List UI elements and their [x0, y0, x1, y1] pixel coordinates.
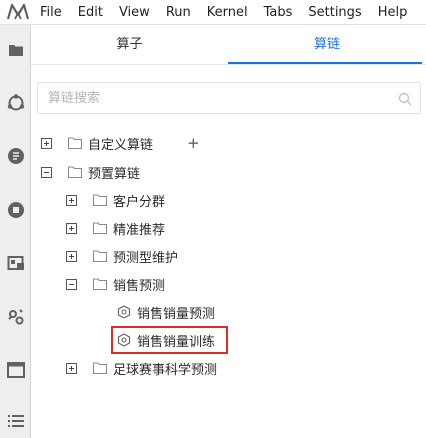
expand-icon[interactable] [66, 362, 77, 374]
expand-icon[interactable] [66, 194, 77, 206]
folder-icon [93, 362, 107, 374]
tree-leaf-label: 销售销量预测 [137, 306, 216, 322]
active-tab-indicator [228, 62, 422, 64]
menu-kernel[interactable]: Kernel [199, 0, 256, 25]
tree-node-sales-forecast[interactable]: 销售预测 [66, 273, 165, 295]
folder-icon [93, 278, 107, 290]
collapse-icon[interactable] [66, 278, 77, 290]
running-icon[interactable] [0, 88, 31, 118]
menu-run[interactable]: Run [158, 0, 199, 25]
tree-node-football-prediction[interactable]: 足球赛事科学预测 [66, 357, 217, 379]
tree-node-label: 自定义算链 [88, 137, 154, 153]
menu-view[interactable]: View [111, 0, 158, 25]
folder-icon [93, 194, 107, 206]
panel-tabs: 算子 算链 [31, 25, 426, 65]
extension-icon[interactable] [0, 302, 31, 332]
folder-icon[interactable] [0, 35, 31, 65]
tree-node-label: 精准推荐 [113, 222, 166, 238]
tree-node-label: 销售预测 [113, 278, 166, 294]
tree-leaf-sales-volume-training[interactable]: 销售销量训练 [117, 329, 215, 351]
tree-node-predictive-maintenance[interactable]: 预测型维护 [66, 245, 178, 267]
menu-tabs[interactable]: Tabs [256, 0, 301, 25]
menu-file[interactable]: File [36, 0, 70, 25]
chain-node-icon [117, 333, 131, 347]
search-icon[interactable] [398, 91, 412, 110]
tree-leaf-sales-volume-forecast[interactable]: 销售销量预测 [117, 301, 215, 323]
list-icon[interactable] [0, 406, 31, 436]
commands-icon[interactable] [0, 141, 31, 171]
folder-icon [68, 166, 82, 178]
jupyter-logo-icon [0, 0, 36, 25]
tab-operator-chains[interactable]: 算链 [228, 25, 426, 65]
chain-search-input[interactable] [38, 83, 378, 113]
tree-node-precise-recommendation[interactable]: 精准推荐 [66, 217, 165, 239]
stop-icon[interactable] [0, 195, 31, 225]
left-activity-bar [0, 25, 31, 438]
tree-node-custom[interactable]: 自定义算链 [41, 132, 153, 154]
menu-bar: File Edit View Run Kernel Tabs Settings … [0, 0, 426, 25]
folder-icon [68, 137, 82, 149]
menu-help[interactable]: Help [370, 0, 416, 25]
tree-node-preset[interactable]: 预置算链 [41, 161, 140, 183]
tab-operators[interactable]: 算子 [31, 25, 228, 65]
chain-search-box [37, 82, 421, 114]
tree-node-label: 足球赛事科学预测 [113, 362, 218, 378]
expand-icon[interactable] [66, 222, 77, 234]
tree-node-label: 预置算链 [88, 166, 141, 182]
tree-node-label: 客户分群 [113, 194, 166, 210]
folder-icon [93, 222, 107, 234]
tree-node-customer-segmentation[interactable]: 客户分群 [66, 189, 165, 211]
folder-icon [93, 250, 107, 262]
operator-chain-panel: 算子 算链 自定义算链 + 预置算链 客户分群 精准推荐 预测型维护 [31, 25, 426, 438]
window-icon[interactable] [0, 355, 31, 385]
tree-leaf-label: 销售销量训练 [137, 334, 216, 350]
collapse-icon[interactable] [41, 166, 52, 178]
expand-icon[interactable] [41, 137, 52, 149]
chain-node-icon [117, 305, 131, 319]
add-chain-button[interactable]: + [187, 136, 200, 151]
menu-edit[interactable]: Edit [70, 0, 111, 25]
menu-settings[interactable]: Settings [300, 0, 369, 25]
package-icon[interactable] [0, 248, 31, 278]
expand-icon[interactable] [66, 250, 77, 262]
tree-node-label: 预测型维护 [113, 250, 179, 266]
